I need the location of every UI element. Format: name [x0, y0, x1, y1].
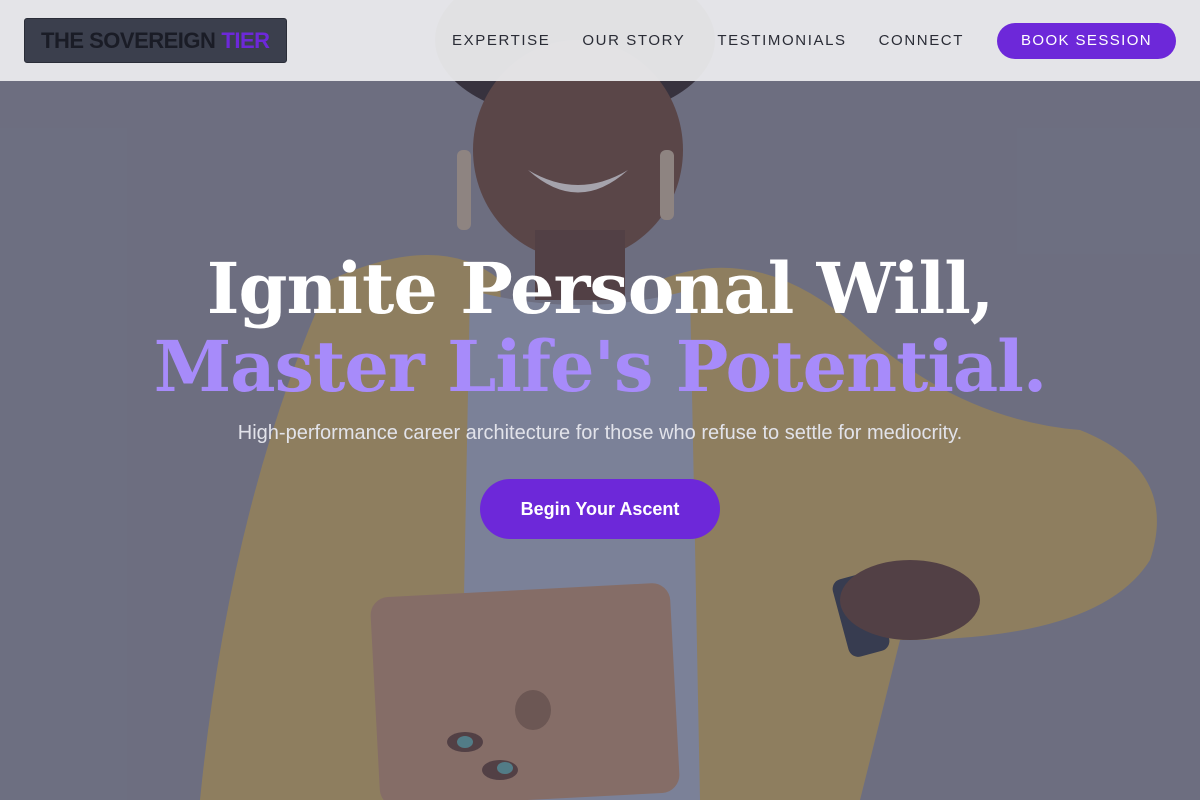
top-navbar: THE SOVEREIGN TIER EXPERTISE OUR STORY T… [0, 0, 1200, 81]
book-session-button[interactable]: BOOK SESSION [997, 22, 1176, 59]
hero-content: Ignite Personal Will, Master Life's Pote… [0, 250, 1200, 539]
nav-links: EXPERTISE OUR STORY TESTIMONIALS CONNECT… [420, 22, 1176, 59]
hero-headline: Ignite Personal Will, Master Life's Pote… [0, 250, 1200, 406]
brand-name-accent: TIER [221, 27, 270, 53]
nav-link-expertise[interactable]: EXPERTISE [452, 32, 550, 49]
nav-link-our-story[interactable]: OUR STORY [582, 32, 685, 49]
headline-line-2: Master Life's Potential. [153, 325, 1048, 408]
begin-ascent-button[interactable]: Begin Your Ascent [480, 479, 720, 539]
headline-line-1: Ignite Personal Will, [206, 247, 994, 330]
nav-link-testimonials[interactable]: TESTIMONIALS [717, 32, 846, 49]
hero-subtitle: High-performance career architecture for… [237, 422, 963, 444]
brand-logo[interactable]: THE SOVEREIGN TIER [24, 18, 287, 63]
nav-link-connect[interactable]: CONNECT [879, 32, 964, 49]
brand-name-primary: THE SOVEREIGN [41, 27, 216, 53]
